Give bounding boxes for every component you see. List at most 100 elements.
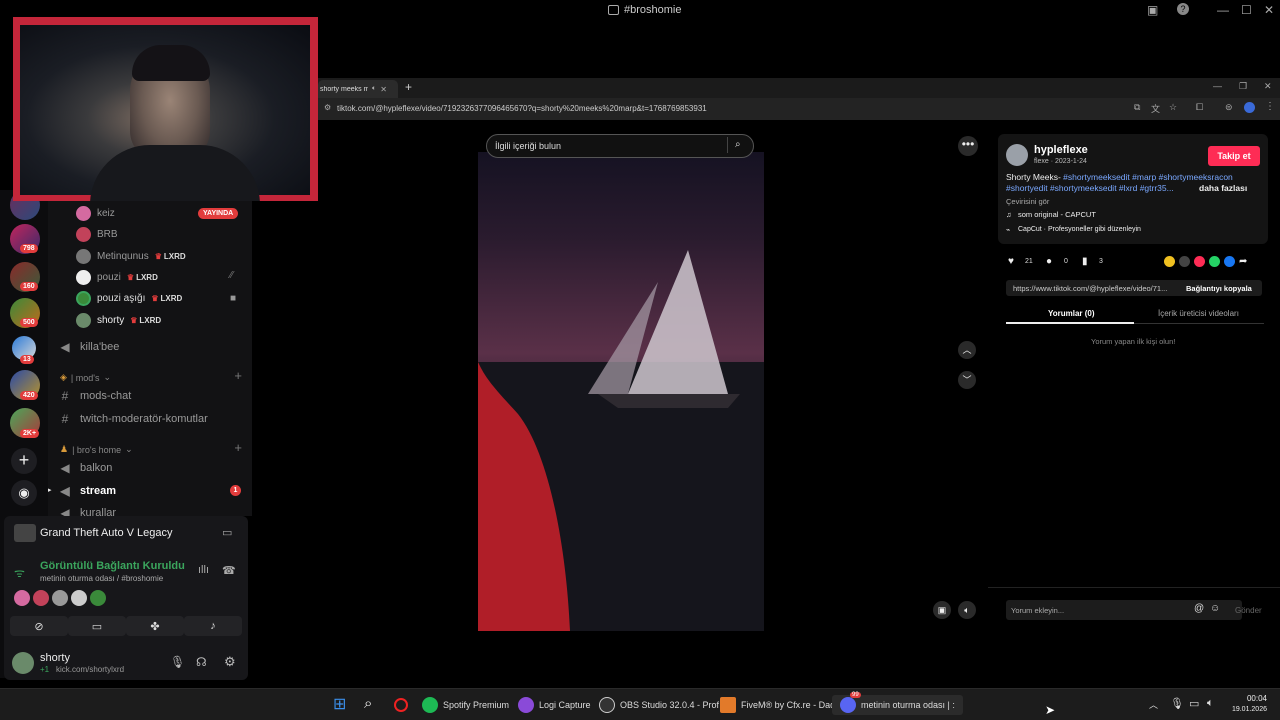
search-icon[interactable]: ⌕ — [364, 695, 372, 712]
avatar[interactable] — [71, 590, 87, 606]
comment-input[interactable]: Yorum ekleyin... @ ☺ — [1006, 600, 1242, 620]
hashtags[interactable]: #shortyedit #shortymeeksedit #lxrd #gtrr… — [1006, 183, 1174, 194]
tab-creator-videos[interactable]: İçerik üreticisi videoları — [1158, 309, 1239, 318]
bookmark-icon[interactable]: ▮ — [1082, 256, 1088, 267]
add-channel-icon[interactable]: + — [234, 368, 242, 383]
hashtags[interactable]: #shortymeeksedit #marp #shortymeeksracon — [1063, 172, 1233, 182]
soundboard-button[interactable]: ♪ — [184, 616, 242, 636]
share-screen-button[interactable]: ▭ — [68, 616, 126, 636]
search-input[interactable]: İlgili içeriği bulun ⌕ — [486, 134, 754, 158]
like-icon[interactable]: ♥ — [1008, 256, 1014, 267]
taskbar-app-discord[interactable]: metinin oturma odası | : — [832, 695, 963, 715]
voice-status[interactable]: Görüntülü Bağlantı Kuruldu — [40, 560, 185, 572]
maximize-button[interactable]: ☐ — [1241, 3, 1252, 17]
close-button[interactable]: ✕ — [1264, 81, 1272, 92]
comment-icon[interactable]: ● — [1046, 256, 1052, 267]
disconnect-icon[interactable]: ☎ — [222, 564, 236, 577]
avatar[interactable] — [14, 590, 30, 606]
avatar[interactable] — [33, 590, 49, 606]
taskbar-app-logi[interactable]: Logi Capture — [518, 695, 591, 715]
embed-icon[interactable] — [1179, 256, 1190, 267]
mention-icon[interactable]: @ — [1194, 603, 1204, 614]
help-icon[interactable]: ? — [1177, 3, 1189, 15]
voice-user[interactable]: BRB — [76, 225, 118, 243]
channel-twitch-mod[interactable]: # twitch-moderatör-komutlar — [58, 409, 208, 429]
browser-tab[interactable]: shorty meeks ma 🔈︎ ✕ — [318, 80, 398, 98]
taskbar-app-spotify[interactable]: Spotify Premium — [422, 695, 509, 715]
avatar[interactable] — [52, 590, 68, 606]
add-channel-icon[interactable]: + — [234, 440, 242, 455]
share-icon[interactable]: ➦ — [1239, 256, 1247, 267]
sound-name[interactable]: som original - CAPCUT — [1018, 210, 1096, 219]
settings-gear-icon[interactable]: ⚙ — [224, 654, 236, 670]
send-icon[interactable] — [1194, 256, 1205, 267]
category-bros-home[interactable]: ♟ | bro's home ⌄ — [60, 444, 133, 455]
headphones-icon[interactable]: ☊ — [196, 655, 207, 669]
channel-mods-chat[interactable]: # mods-chat — [58, 386, 132, 406]
send-button[interactable]: Gönder — [1235, 606, 1262, 615]
copy-link-button[interactable]: Bağlantıyı kopyala — [1186, 284, 1252, 293]
voice-user[interactable]: Metinqunus ♛ LXRD — [76, 247, 186, 265]
tray-chevron-icon[interactable]: ︿ — [1149, 698, 1158, 711]
translate-icon[interactable]: 文 — [1151, 102, 1160, 115]
voice-user[interactable]: keiz — [76, 204, 115, 222]
emoji-icon[interactable]: ☺ — [1210, 603, 1220, 614]
more-options-icon[interactable]: ••• — [958, 136, 978, 156]
creator-avatar[interactable] — [1006, 144, 1028, 166]
voice-user[interactable]: pouzi aşığı ♛ LXRD — [76, 289, 182, 307]
site-info-icon[interactable]: ⚙ — [324, 103, 331, 112]
previous-video-icon[interactable]: ︿ — [958, 341, 976, 359]
tab-close-icon[interactable]: ✕ — [380, 85, 387, 94]
add-server-icon[interactable]: + — [11, 448, 37, 474]
taskbar-app-fivem[interactable]: FiveM® by Cfx.re - Dad — [720, 695, 835, 715]
username[interactable]: shorty — [40, 652, 70, 664]
windows-start-icon[interactable]: ⊞ — [333, 697, 346, 713]
user-avatar[interactable] — [12, 652, 34, 674]
translate-link[interactable]: Çevirisini gör — [1006, 197, 1049, 206]
whatsapp-icon[interactable] — [1209, 256, 1220, 267]
next-video-icon[interactable]: ﹀ — [958, 371, 976, 389]
channel-killabee[interactable]: ◀ killa'bee — [58, 337, 119, 357]
volume-icon[interactable]: 🔈︎ — [958, 601, 976, 619]
tab-comments[interactable]: Yorumlar (0) — [1048, 309, 1095, 318]
search-icon[interactable]: ⌕ — [735, 139, 741, 150]
close-button[interactable]: ✕ — [1264, 3, 1274, 17]
video-link[interactable]: https://www.tiktok.com/@hypleflexe/video… — [1013, 284, 1167, 293]
voice-user[interactable]: shorty ♛ LXRD — [76, 311, 161, 329]
voice-user[interactable]: pouzi ♛ LXRD — [76, 268, 158, 286]
facebook-icon[interactable] — [1224, 256, 1235, 267]
camera-off-button[interactable]: ⊘ — [10, 616, 68, 636]
extensions-icon[interactable]: ⧠ — [1196, 102, 1203, 113]
soundboard-icon[interactable]: ıllı — [198, 564, 209, 576]
clock-date[interactable]: 19.01.2026 — [1221, 706, 1267, 713]
audio-icon[interactable]: 🔈︎ — [372, 85, 376, 93]
bookmark-star-icon[interactable]: ☆ — [1169, 102, 1177, 113]
clock-time[interactable]: 00:04 — [1227, 694, 1267, 703]
screen-share-icon[interactable]: ▭ — [222, 526, 232, 539]
minimize-button[interactable]: — — [1217, 3, 1229, 17]
follow-button[interactable]: Takip et — [1208, 146, 1260, 166]
volume-icon[interactable]: 🔈︎ — [1207, 697, 1214, 710]
channel-kurallar[interactable]: ◀ kurallar — [58, 503, 116, 516]
creator-username[interactable]: hypleflexe — [1034, 144, 1088, 156]
profile-icon[interactable]: ⊜ — [1225, 102, 1233, 113]
url-field[interactable]: tiktok.com/@hypleflexe/video/71923263770… — [337, 104, 707, 113]
activities-button[interactable]: ✤ — [126, 616, 184, 636]
microphone-icon[interactable]: 🎙︎ — [1170, 697, 1184, 710]
inbox-icon[interactable]: ▣ — [1147, 3, 1158, 17]
avatar[interactable] — [1244, 102, 1255, 113]
display-icon[interactable]: ▭ — [1189, 697, 1199, 710]
microphone-icon[interactable]: 🎙︎ — [170, 655, 185, 669]
discover-icon[interactable]: ◉ — [11, 480, 37, 506]
coin-icon[interactable] — [1164, 256, 1175, 267]
new-tab-icon[interactable]: + — [405, 80, 412, 94]
avatar[interactable] — [90, 590, 106, 606]
menu-icon[interactable]: ⋮ — [1265, 101, 1275, 112]
more-link[interactable]: daha fazlası — [1199, 183, 1247, 194]
video-player[interactable] — [478, 152, 764, 631]
capcut-link[interactable]: CapCut · Profesyoneller gibi düzenleyin — [1018, 226, 1141, 233]
restore-button[interactable]: ❐ — [1239, 81, 1247, 92]
minimize-button[interactable]: — — [1213, 81, 1222, 91]
channel-balkon[interactable]: ◀ balkon — [58, 458, 112, 478]
taskbar-app-obs[interactable]: OBS Studio 32.0.4 - Prof — [599, 695, 719, 715]
